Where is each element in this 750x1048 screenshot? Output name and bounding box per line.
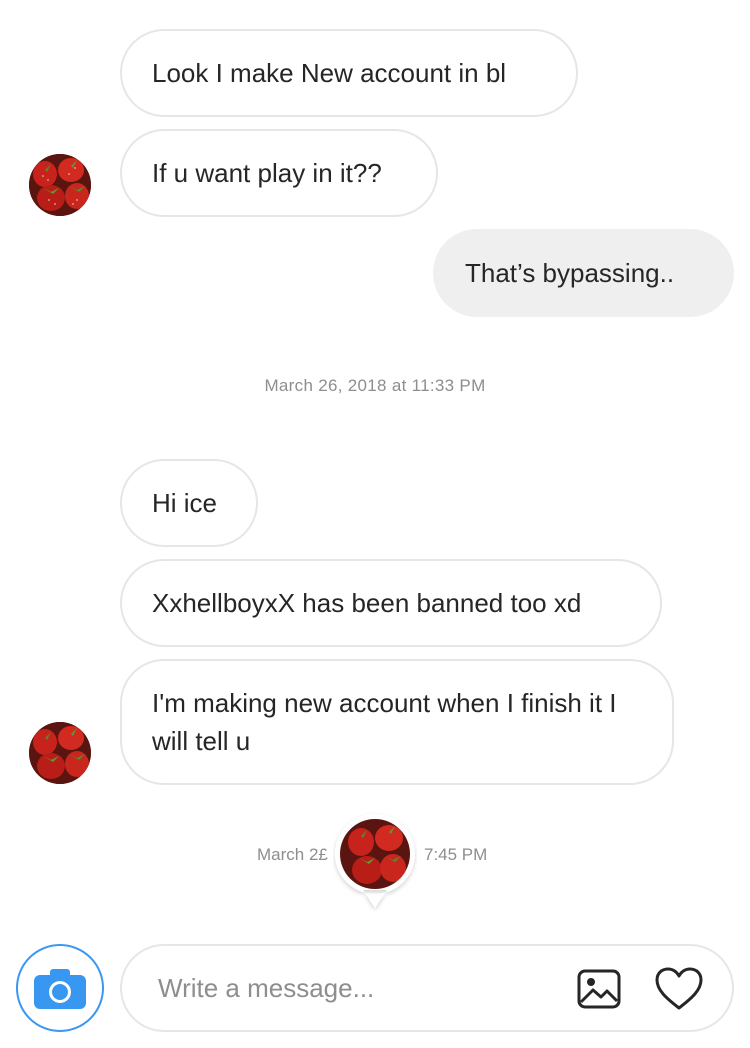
gallery-button[interactable] xyxy=(576,966,622,1012)
message-text: That’s bypassing.. xyxy=(465,258,675,288)
message-bubble-received[interactable]: I'm making new account when I finish it … xyxy=(120,659,674,785)
strawberry-avatar-image xyxy=(29,154,91,216)
message-input[interactable] xyxy=(158,968,558,1008)
heart-icon xyxy=(655,967,703,1010)
message-text: Hi ice xyxy=(152,488,218,518)
camera-button[interactable] xyxy=(16,944,104,1032)
message-text: Look I make New account in bl xyxy=(152,58,507,88)
timestamp: March 26, 2018 at 11:33 PM xyxy=(264,376,486,395)
avatar[interactable] xyxy=(29,722,91,784)
message-bubble-received[interactable]: Hi ice xyxy=(120,459,258,547)
timestamp-left: March 2£ xyxy=(257,845,328,864)
avatar[interactable] xyxy=(29,154,91,216)
strawberry-avatar-image xyxy=(29,722,91,784)
message-bubble-received[interactable]: XxhellboyxX has been banned too xd xyxy=(120,559,662,647)
message-bubble-sent[interactable]: That’s bypassing.. xyxy=(433,229,734,317)
message-bubble-received[interactable]: Look I make New account in bl xyxy=(120,29,578,117)
like-button[interactable] xyxy=(654,966,704,1012)
timestamp-right: 7:45 PM xyxy=(424,845,488,864)
image-icon xyxy=(577,969,621,1009)
seen-avatar-pin-image xyxy=(334,814,415,908)
seen-avatar-pin[interactable] xyxy=(333,812,417,912)
camera-icon xyxy=(34,969,86,1009)
message-text: I'm making new account when I finish it … xyxy=(152,688,617,756)
message-text: If u want play in it?? xyxy=(152,158,382,188)
message-composer xyxy=(120,944,734,1032)
message-bubble-received[interactable]: If u want play in it?? xyxy=(120,129,438,217)
message-text: XxhellboyxX has been banned too xd xyxy=(152,588,582,618)
